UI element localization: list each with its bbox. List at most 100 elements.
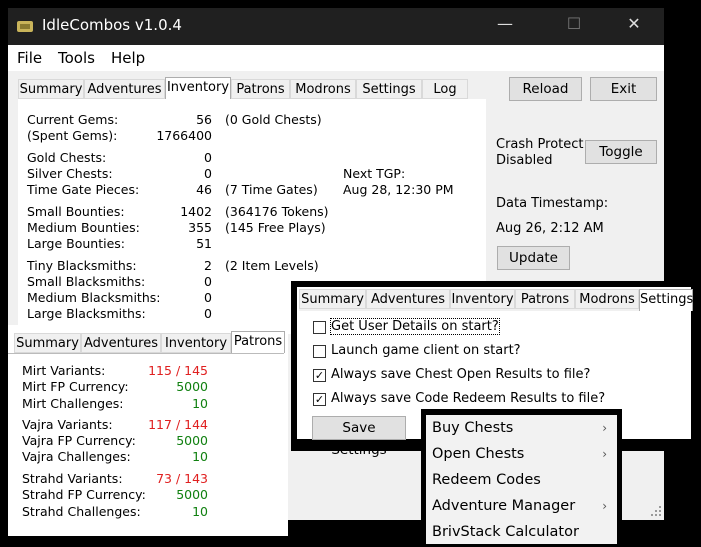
tiny-blacksmiths-value: 2 [204,258,212,273]
update-button[interactable]: Update [497,246,570,270]
vajra-fp-currency-value: 5000 [176,433,208,448]
medium-blacksmiths-label: Medium Blacksmiths: [27,290,161,305]
app-icon [17,21,33,32]
medium-blacksmiths-value: 0 [204,290,212,305]
vajra-challenges-value: 10 [192,449,208,464]
toggle-button[interactable]: Toggle [585,140,657,164]
tab-adventures[interactable]: Adventures [84,79,165,99]
context-menu-body: Buy Chests › Open Chests › Redeem Codes … [426,415,617,544]
gold-chests-value: 0 [204,150,212,165]
menu-item-redeem-codes[interactable]: Redeem Codes [426,469,617,493]
menu-item-label: Adventure Manager [432,498,576,514]
strahd-variants-label: Strahd Variants: [22,471,123,486]
patrons-tab-patrons[interactable]: Patrons [231,331,285,353]
time-gate-pieces-value: 46 [196,182,212,197]
medium-bounties-value: 355 [188,220,212,235]
spent-gems-label: (Spent Gems): [27,128,118,143]
save-settings-button[interactable]: Save Settings [312,416,406,458]
tokens-note: (364176 Tokens) [225,204,329,219]
menu-item-label: Open Chests [432,446,525,462]
tab-settings[interactable]: Settings [356,79,422,99]
small-blacksmiths-label: Small Blacksmiths: [27,274,146,289]
settings-tab-inventory[interactable]: Inventory [450,289,515,309]
window-title: IdleCombos v1.0.4 [42,16,182,34]
maximize-button[interactable]: ☐ [551,14,597,33]
large-blacksmiths-label: Large Blacksmiths: [27,306,146,321]
submenu-arrow-icon: › [602,447,607,461]
settings-tab-summary[interactable]: Summary [299,289,366,309]
get-user-details-checkbox[interactable] [313,321,326,334]
save-code-results-checkbox[interactable]: ✓ [313,393,326,406]
reload-button[interactable]: Reload [509,77,582,101]
vajra-challenges-label: Vajra Challenges: [22,449,131,464]
tab-log[interactable]: Log [422,79,468,99]
time-gates-note: (7 Time Gates) [225,182,318,197]
patrons-tab-inventory[interactable]: Inventory [161,333,231,353]
menu-item-adventure-manager[interactable]: Adventure Manager › [426,495,617,519]
settings-tab-modrons[interactable]: Modrons [575,289,639,309]
crash-protect-state: Disabled [496,153,553,168]
menu-help[interactable]: Help [111,49,145,67]
settings-tab-adventures[interactable]: Adventures [366,289,450,309]
save-chest-results-label[interactable]: Always save Chest Open Results to file? [331,367,590,382]
mirt-variants-label: Mirt Variants: [22,363,106,378]
tab-summary[interactable]: Summary [18,79,84,99]
patrons-panel: Summary Adventures Inventory Patrons Mir… [8,325,288,536]
small-bounties-value: 1402 [180,204,212,219]
large-blacksmiths-value: 0 [204,306,212,321]
menu-file[interactable]: File [17,49,42,67]
vajra-fp-currency-label: Vajra FP Currency: [22,433,136,448]
launch-game-client-label[interactable]: Launch game client on start? [331,343,521,358]
tab-modrons[interactable]: Modrons [290,79,356,99]
gold-chests-label: Gold Chests: [27,150,107,165]
main-tab-strip: Summary Adventures Inventory Patrons Mod… [18,77,488,101]
settings-tab-patrons[interactable]: Patrons [515,289,575,309]
patrons-tab-summary[interactable]: Summary [14,333,81,353]
free-plays-note: (145 Free Plays) [225,220,326,235]
large-bounties-value: 51 [196,236,212,251]
resize-grip-icon[interactable] [649,504,663,518]
launch-game-client-checkbox[interactable] [313,345,326,358]
patrons-divider [8,353,284,354]
small-bounties-label: Small Bounties: [27,204,125,219]
silver-chests-label: Silver Chests: [27,166,113,181]
mirt-challenges-value: 10 [192,396,208,411]
strahd-variants-value: 73 / 143 [156,471,208,486]
save-code-results-label[interactable]: Always save Code Redeem Results to file? [331,391,605,406]
current-gems-label: Current Gems: [27,112,119,127]
small-blacksmiths-value: 0 [204,274,212,289]
vajra-variants-label: Vajra Variants: [22,417,113,432]
patrons-tab-adventures[interactable]: Adventures [81,333,161,353]
title-bar: IdleCombos v1.0.4 — ☐ ✕ [8,8,664,45]
patrons-tab-strip: Summary Adventures Inventory Patrons [14,331,285,353]
settings-tab-strip: Summary Adventures Inventory Patrons Mod… [299,289,693,311]
mirt-challenges-label: Mirt Challenges: [22,396,124,411]
current-gems-value: 56 [196,112,212,127]
tab-inventory[interactable]: Inventory [165,77,231,99]
strahd-challenges-label: Strahd Challenges: [22,504,141,519]
next-tgp-value: Aug 28, 12:30 PM [343,182,454,197]
minimize-button[interactable]: — [482,14,528,33]
close-button[interactable]: ✕ [611,14,657,33]
get-user-details-label[interactable]: Get User Details on start? [330,318,500,335]
menu-item-open-chests[interactable]: Open Chests › [426,443,617,467]
next-tgp-label: Next TGP: [343,166,406,181]
save-chest-results-checkbox[interactable]: ✓ [313,369,326,382]
menu-item-buy-chests[interactable]: Buy Chests › [426,417,617,441]
tools-context-menu: Buy Chests › Open Chests › Redeem Codes … [421,409,622,544]
data-timestamp-value: Aug 26, 2:12 AM [496,221,604,236]
menu-item-brivstack-calculator[interactable]: BrivStack Calculator [426,521,617,544]
medium-bounties-label: Medium Bounties: [27,220,140,235]
exit-button[interactable]: Exit [590,77,657,101]
mirt-variants-value: 115 / 145 [148,363,208,378]
strahd-fp-currency-value: 5000 [176,487,208,502]
data-timestamp-label: Data Timestamp: [496,196,609,211]
settings-tab-settings[interactable]: Settings [639,289,693,311]
vajra-variants-value: 117 / 144 [148,417,208,432]
spent-gems-value: 1766400 [156,128,212,143]
strahd-challenges-value: 10 [192,504,208,519]
tab-patrons[interactable]: Patrons [231,79,290,99]
menu-tools[interactable]: Tools [58,49,95,67]
item-levels-note: (2 Item Levels) [225,258,319,273]
time-gate-pieces-label: Time Gate Pieces: [27,182,140,197]
